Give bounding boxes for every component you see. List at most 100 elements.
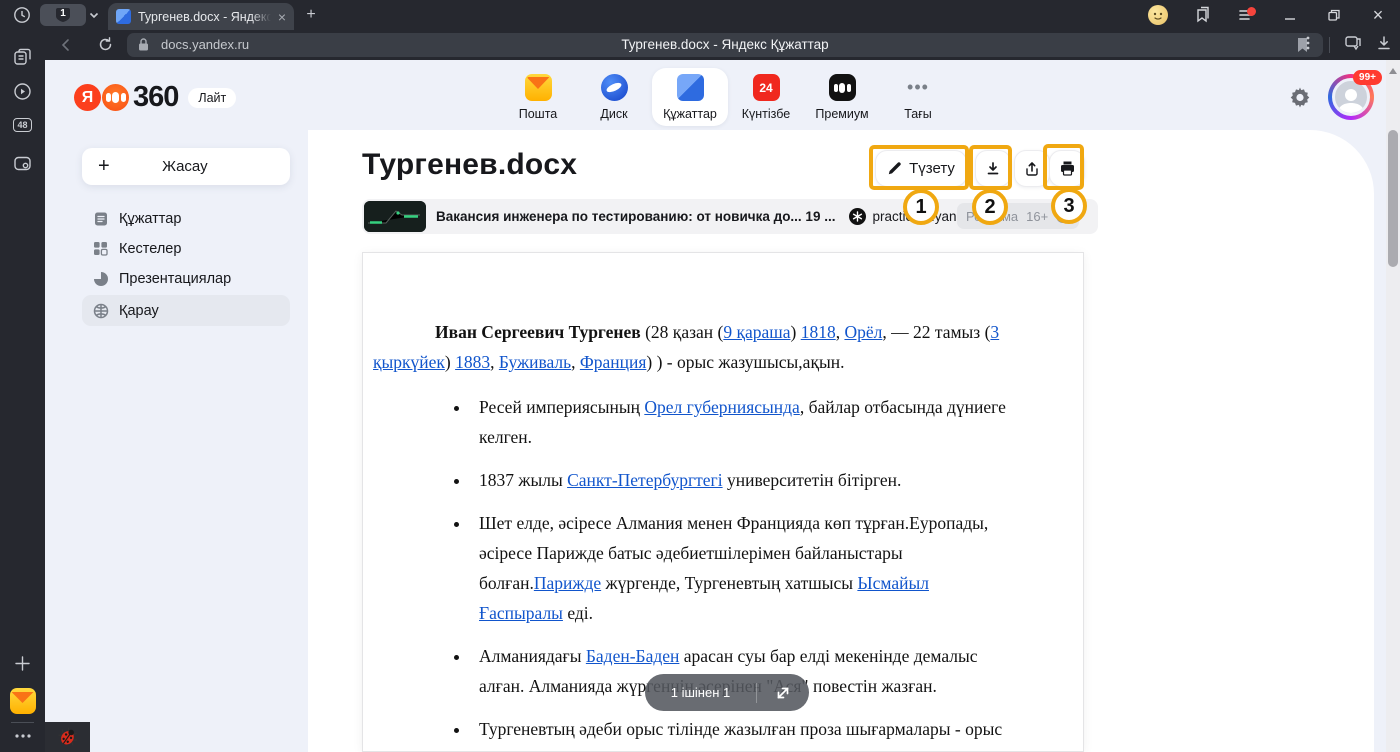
annotation-circle-3: 3 [1051,188,1087,224]
sidebar-item-documents[interactable]: Құжаттар [82,203,290,234]
annotation-box-1 [869,145,969,190]
doc-paragraph: Иван Сергеевич Тургенев (28 қазан (9 қар… [373,317,1069,377]
tab-close-icon[interactable]: × [278,10,286,24]
annotation-circle-1: 1 [903,189,939,225]
add-panel-icon[interactable] [0,655,45,672]
tabgroup-chevron-down-icon[interactable] [88,9,100,21]
doc-link[interactable]: Франция [580,352,647,372]
browser-profile-avatar[interactable] [1136,0,1180,30]
new-tab-button[interactable]: + [302,6,320,24]
left-nav: + Жасау Құжаттар Кестелер Презентациялар [45,130,308,752]
doc-link[interactable]: Орел губерниясында [644,397,800,417]
doc-text: Ресей империясының [479,397,644,417]
ad-age-rating: 16+ [1026,209,1048,224]
history-icon[interactable] [12,5,32,25]
doc-link[interactable]: 1883 [455,352,490,372]
scrollbar-up-arrow[interactable] [1389,68,1397,74]
address-bar: docs.yandex.ru Тургенев.docx - Яндекс Құ… [45,30,1400,60]
rail-more-icon[interactable] [0,730,45,742]
ad-headline: Вакансия инженера по тестированию: от но… [436,209,835,224]
360-logo-icon [102,84,129,111]
doc-bullet: Шет елде, әсіресе Алмания менен Францияд… [471,508,1069,628]
doc-link[interactable]: Баден-Баден [586,646,680,666]
side-panel-icon[interactable] [1344,34,1362,57]
plan-badge: Лайт [188,88,236,108]
reload-icon[interactable] [97,36,114,58]
create-button[interactable]: + Жасау [82,148,290,185]
doc-text: университетін бітірген. [723,470,902,490]
url-host: docs.yandex.ru [161,37,249,52]
doc-link[interactable]: 9 қараша [723,322,790,342]
doc-text: (28 қазан ( [641,322,724,342]
fullscreen-expand-icon[interactable] [757,685,809,701]
pie-chart-icon [92,270,109,287]
lock-icon[interactable] [137,37,150,57]
browser-side-rail: 48 [0,30,45,752]
yandex-360-logo[interactable]: Я 360 Лайт [74,81,236,114]
tab-counter-button[interactable]: 1 [40,4,86,26]
annotation-circle-2: 2 [972,189,1008,225]
table-grid-icon [92,240,109,257]
scrollbar-thumb[interactable] [1388,130,1398,267]
doc-text: ) [445,352,455,372]
browser-window: 1 Тургенев.docx - Яндекс × + [0,0,1400,752]
app-mail[interactable]: Пошта [500,68,576,126]
more-apps-icon: ••• [905,74,932,101]
doc-link[interactable]: Буживаль [499,352,571,372]
close-window-button[interactable]: × [1356,0,1400,30]
doc-link[interactable]: Парижде [534,573,601,593]
annotation-box-3 [1043,144,1084,190]
app-disk[interactable]: Диск [576,68,652,126]
doc-bullet: 1837 жылы Санкт-Петербургтегі университе… [471,465,1069,495]
user-avatar[interactable]: 99+ [1328,74,1376,122]
doc-link[interactable]: 1818 [801,322,836,342]
page-indicator-text: 1 ішінен 1 [645,685,756,700]
doc-bullet: Тургеневтың әдеби орыс тілінде жазылған … [471,714,1069,752]
notification-dot [1247,7,1256,16]
service-header: Я 360 Лайт Пошта Диск Құжаттар 24 Күнтіз… [45,60,1386,130]
doc-text: , — 22 тамыз ( [882,322,990,342]
play-icon[interactable] [0,82,45,101]
downloads-icon[interactable] [1376,35,1392,56]
document-icon [92,210,109,227]
app-more[interactable]: ••• Тағы [880,68,956,126]
page-scrollbar[interactable] [1386,60,1400,752]
app-premium[interactable]: Премиум [804,68,880,126]
tabs-count-badge[interactable]: 48 [0,118,45,132]
addressbar-kebab-icon[interactable] [1301,35,1315,56]
yandex-logo-icon: Я [74,84,101,111]
feed-icon[interactable] [0,48,45,67]
settings-gear-icon[interactable] [1289,86,1311,113]
url-field[interactable]: docs.yandex.ru Тургенев.docx - Яндекс Құ… [127,33,1323,57]
app-documents[interactable]: Құжаттар [652,68,728,126]
doc-link[interactable]: Санкт-Петербургтегі [567,470,723,490]
apps-row: Пошта Диск Құжаттар 24 Күнтізбе Премиум … [500,68,956,126]
document-title: Тургенев.docx [362,148,577,182]
docs-favicon-icon [116,9,131,24]
practicum-logo-icon [849,208,866,225]
tab-strip: 1 Тургенев.docx - Яндекс × + [0,0,1400,30]
restore-button[interactable] [1312,0,1356,30]
page-window-title: Тургенев.docx - Яндекс Құжаттар [621,37,828,52]
doc-text: , [571,352,580,372]
doc-link[interactable]: Орёл [844,322,882,342]
doc-text: Тургеневтың әдеби орыс тілінде жазылған … [479,719,1002,752]
globe-icon [92,302,109,319]
browser-menu-icon[interactable] [1224,0,1268,30]
doc-text: ) ) - орыс жазушысы,ақын. [646,352,844,372]
bookmarks-icon[interactable] [1180,0,1224,30]
doc-text: еді. [563,603,593,623]
browser-tab[interactable]: Тургенев.docx - Яндекс × [108,3,294,30]
notification-count-badge: 99+ [1353,70,1382,85]
tab-title: Тургенев.docx - Яндекс [138,10,271,24]
back-icon[interactable] [57,36,75,59]
yandex-mail-icon[interactable] [0,688,45,714]
sidebar-item-view[interactable]: Қарау [82,295,290,326]
minimize-button[interactable] [1268,0,1312,30]
sidebar-item-tables[interactable]: Кестелер [82,233,290,264]
screenshot-icon[interactable] [0,154,45,173]
sidebar-item-presentations[interactable]: Презентациялар [82,263,290,294]
app-calendar[interactable]: 24 Күнтізбе [728,68,804,126]
plus-icon: + [98,155,110,178]
main-panel: Тургенев.docx Түзету Вакансия инженера п… [308,130,1374,752]
